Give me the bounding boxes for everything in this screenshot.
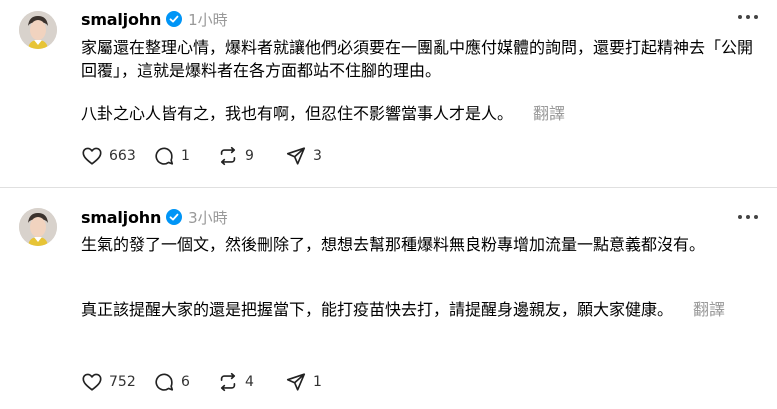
repost-button[interactable]: 4 [217,371,285,393]
heart-icon [82,373,102,391]
action-bar: 752 6 4 1 [81,370,322,394]
comment-icon [155,373,174,391]
post: smaljohn 1小時 家屬還在整理心情，爆料者就讓他們必須要在一團亂中應付媒… [0,0,777,187]
repost-count: 9 [245,148,254,164]
username[interactable]: smaljohn [81,208,161,227]
post-text: 家屬還在整理心情，爆料者就讓他們必須要在一團亂中應付媒體的詢問，還要打起精神去「… [81,38,754,80]
share-button[interactable]: 1 [285,371,322,393]
reply-button[interactable]: 6 [153,371,217,393]
share-count: 3 [313,148,322,164]
post-text-line: 八卦之心人皆有之，我也有啊，但忍住不影響當事人才是人。 [81,104,514,123]
post-text: 八卦之心人皆有之，我也有啊，但忍住不影響當事人才是人。 翻譯 [81,102,761,125]
avatar[interactable] [19,208,57,246]
post-header: smaljohn 3小時 [81,206,228,228]
like-button[interactable]: 663 [81,145,153,167]
timestamp: 3小時 [188,208,228,227]
translate-link[interactable]: 翻譯 [533,104,565,123]
verified-badge-icon [166,209,183,225]
heart-icon [82,147,102,165]
more-options-icon[interactable] [738,10,758,24]
more-options-icon[interactable] [738,210,758,224]
action-bar: 663 1 9 3 [81,144,322,168]
repost-button[interactable]: 9 [217,145,285,167]
post: smaljohn 3小時 生氣的發了一個文，然後刪除了，想想去幫那種爆料無良粉專… [0,188,777,409]
like-count: 663 [109,148,136,164]
repost-icon [220,146,236,166]
repost-count: 4 [245,374,254,390]
post-text: 生氣的發了一個文，然後刪除了，想想去幫那種爆料無良粉專增加流量一點意義都沒有。 [81,235,706,254]
post-header: smaljohn 1小時 [81,8,228,30]
repost-icon [220,372,236,392]
post-text: 真正該提醒大家的還是把握當下，能打疫苗快去打，請提醒身邊親友，願大家健康。 翻譯 [81,298,761,321]
like-button[interactable]: 752 [81,371,153,393]
post-text-line: 真正該提醒大家的還是把握當下，能打疫苗快去打，請提醒身邊親友，願大家健康。 [81,300,674,319]
timestamp: 1小時 [188,10,228,29]
comment-icon [155,147,174,165]
send-icon [286,147,306,165]
reply-count: 1 [181,148,190,164]
like-count: 752 [109,374,136,390]
send-icon [286,373,306,391]
reply-count: 6 [181,374,190,390]
share-button[interactable]: 3 [285,145,322,167]
username[interactable]: smaljohn [81,10,161,29]
reply-button[interactable]: 1 [153,145,217,167]
share-count: 1 [313,374,322,390]
verified-badge-icon [166,11,183,27]
translate-link[interactable]: 翻譯 [693,300,725,319]
avatar[interactable] [19,11,57,49]
